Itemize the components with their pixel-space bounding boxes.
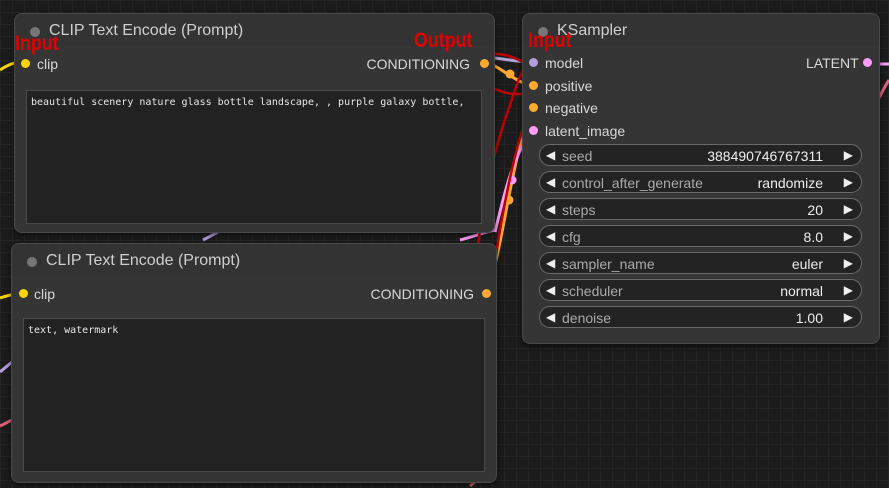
clip-input-dot[interactable] <box>21 59 30 68</box>
annotation-input-right: Input <box>528 29 572 52</box>
cfg-widget[interactable]: ◀ cfg 8.0 ▶ <box>539 225 862 247</box>
clip-input-label: clip <box>37 56 59 72</box>
increment-arrow-icon[interactable]: ▶ <box>844 256 853 270</box>
widget-value: 8.0 <box>803 229 823 245</box>
clip-input-dot[interactable] <box>19 289 28 298</box>
conditioning-output-dot[interactable] <box>482 289 491 298</box>
annotation-input-left: Input <box>15 32 59 55</box>
node-header[interactable]: CLIP Text Encode (Prompt) <box>12 244 496 276</box>
clip-input-label: clip <box>34 286 56 302</box>
decrement-arrow-icon[interactable]: ◀ <box>546 148 555 162</box>
conditioning-output-dot[interactable] <box>480 59 489 68</box>
steps-widget[interactable]: ◀ steps 20 ▶ <box>539 198 862 220</box>
node-title: CLIP Text Encode (Prompt) <box>49 22 244 39</box>
widget-name: scheduler <box>562 283 623 299</box>
decrement-arrow-icon[interactable]: ◀ <box>546 283 555 297</box>
wire-midpoint-positive <box>505 69 515 79</box>
positive-input-dot[interactable] <box>529 81 538 90</box>
widget-value: randomize <box>757 175 823 191</box>
control-after-generate-widget[interactable]: ◀ control_after_generate randomize ▶ <box>539 171 862 193</box>
decrement-arrow-icon[interactable]: ◀ <box>546 175 555 189</box>
increment-arrow-icon[interactable]: ▶ <box>844 202 853 216</box>
decrement-arrow-icon[interactable]: ◀ <box>546 202 555 216</box>
node-header[interactable]: KSampler <box>523 14 879 46</box>
widget-name: cfg <box>562 229 581 245</box>
increment-arrow-icon[interactable]: ▶ <box>844 175 853 189</box>
negative-input-dot[interactable] <box>529 103 538 112</box>
latent-image-input-label: latent_image <box>545 123 626 139</box>
widget-name: control_after_generate <box>562 175 703 191</box>
widget-value: euler <box>791 256 823 272</box>
model-input-label: model <box>545 55 584 71</box>
node-title: CLIP Text Encode (Prompt) <box>46 252 241 269</box>
conditioning-output-label: CONDITIONING <box>366 56 470 72</box>
decrement-arrow-icon[interactable]: ◀ <box>546 310 555 324</box>
denoise-widget[interactable]: ◀ denoise 1.00 ▶ <box>539 306 862 328</box>
increment-arrow-icon[interactable]: ▶ <box>844 229 853 243</box>
positive-input-label: positive <box>545 78 593 94</box>
negative-input-label: negative <box>545 100 598 116</box>
model-input-dot[interactable] <box>529 58 538 67</box>
annotation-output: Output <box>414 29 473 52</box>
widget-name: steps <box>562 202 596 218</box>
scheduler-widget[interactable]: ◀ scheduler normal ▶ <box>539 279 862 301</box>
latent-output-dot[interactable] <box>863 58 872 67</box>
latent-output-label: LATENT <box>806 55 859 71</box>
widget-name: denoise <box>562 310 612 326</box>
collapse-dot-icon[interactable] <box>27 257 37 267</box>
prompt-textarea[interactable]: beautiful scenery nature glass bottle la… <box>26 90 482 224</box>
increment-arrow-icon[interactable]: ▶ <box>844 283 853 297</box>
widget-value: 20 <box>807 202 823 218</box>
increment-arrow-icon[interactable]: ▶ <box>844 310 853 324</box>
latent-image-input-dot[interactable] <box>529 126 538 135</box>
widget-value: normal <box>780 283 823 299</box>
wire-purple-left <box>202 230 219 242</box>
clip-text-encode-negative-node[interactable]: CLIP Text Encode (Prompt) clip CONDITION… <box>11 243 497 483</box>
widget-value: 1.00 <box>795 310 823 326</box>
seed-widget[interactable]: ◀ seed 388490746767311 ▶ <box>539 144 862 166</box>
increment-arrow-icon[interactable]: ▶ <box>844 148 853 162</box>
conditioning-output-label: CONDITIONING <box>370 286 474 302</box>
widget-value: 388490746767311 <box>707 148 823 164</box>
decrement-arrow-icon[interactable]: ◀ <box>546 256 555 270</box>
widget-name: seed <box>562 148 593 164</box>
decrement-arrow-icon[interactable]: ◀ <box>546 229 555 243</box>
widget-name: sampler_name <box>562 256 655 272</box>
prompt-textarea[interactable]: text, watermark <box>23 318 485 472</box>
sampler-name-widget[interactable]: ◀ sampler_name euler ▶ <box>539 252 862 274</box>
